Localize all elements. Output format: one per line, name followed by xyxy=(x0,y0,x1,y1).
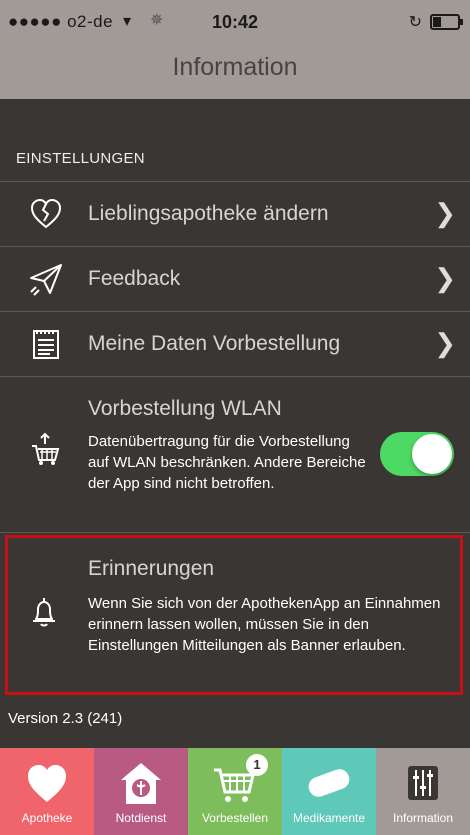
row-label: Meine Daten Vorbestellung xyxy=(88,332,341,355)
toggle-knob xyxy=(412,434,452,474)
cart-badge: 1 xyxy=(246,754,268,776)
battery-icon xyxy=(430,14,463,30)
clock: 10:42 xyxy=(211,12,259,32)
tab-notdienst[interactable]: Notdienst xyxy=(94,748,188,835)
notepad-icon xyxy=(28,326,64,362)
wlan-description: Datenübertragung für die Vorbestellung a… xyxy=(88,433,366,492)
rotation-lock-icon: ↻ xyxy=(408,14,422,31)
row-label: Lieblingsapotheke ändern xyxy=(88,202,329,225)
tab-label: Apotheke xyxy=(21,811,73,825)
sliders-icon xyxy=(398,758,448,808)
tab-vorbestellen[interactable]: 1 Vorbestellen xyxy=(188,748,282,835)
row-feedback[interactable]: Feedback ❯ xyxy=(0,247,470,311)
pharmacy-house-icon xyxy=(116,758,166,808)
navigation-bar: Information xyxy=(0,42,470,99)
tab-label: Vorbestellen xyxy=(201,811,269,825)
wlan-title: Vorbestellung WLAN xyxy=(88,397,282,420)
page-title: Information xyxy=(172,53,298,81)
heart-broken-icon xyxy=(28,196,64,232)
divider xyxy=(0,532,470,533)
tab-label: Medikamente xyxy=(292,811,366,825)
status-bar: ●●●●● o2-de ▾ ✵ 10:42 ↻ xyxy=(0,0,470,42)
version-label: Version 2.3 (241) xyxy=(8,710,123,727)
tab-label: Information xyxy=(392,811,454,825)
tab-information[interactable]: Information xyxy=(376,748,470,835)
tab-medikamente[interactable]: Medikamente xyxy=(282,748,376,835)
pill-icon xyxy=(304,758,354,808)
row-my-order-data[interactable]: Meine Daten Vorbestellung ❯ xyxy=(0,312,470,376)
chevron-right-icon: ❯ xyxy=(434,328,456,358)
tab-label: Notdienst xyxy=(115,811,167,825)
highlight-frame xyxy=(5,535,463,695)
tab-bar: Apotheke Notdienst 1 Vorbestellen Medika… xyxy=(0,748,470,835)
paper-plane-icon xyxy=(28,261,64,297)
chevron-right-icon: ❯ xyxy=(434,263,456,293)
chevron-right-icon: ❯ xyxy=(434,198,456,228)
shopping-cart-icon xyxy=(30,432,60,466)
heart-icon xyxy=(22,758,72,808)
row-favorite-pharmacy[interactable]: Lieblingsapotheke ändern ❯ xyxy=(0,182,470,246)
tab-apotheke[interactable]: Apotheke xyxy=(0,748,94,835)
section-label-settings: EINSTELLUNGEN xyxy=(16,150,145,167)
row-label: Feedback xyxy=(88,267,181,290)
wlan-toggle[interactable] xyxy=(380,432,454,476)
